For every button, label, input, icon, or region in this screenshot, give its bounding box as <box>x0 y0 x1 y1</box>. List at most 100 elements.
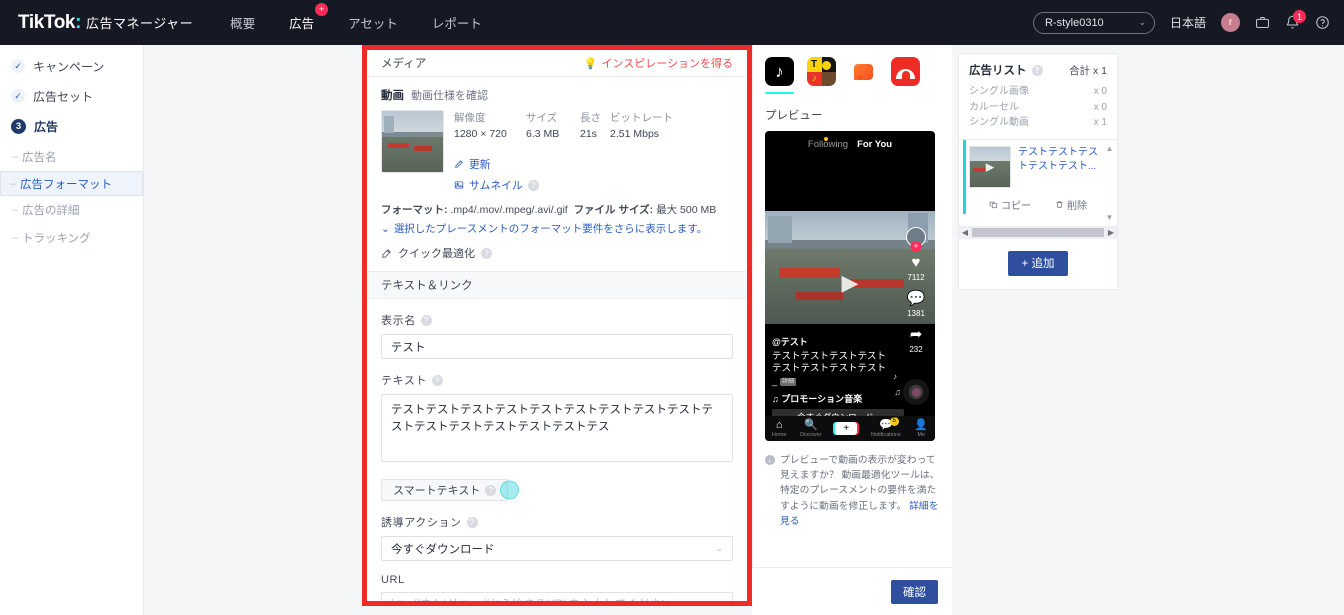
text-link-section-header: テキスト＆リンク <box>367 271 747 299</box>
inactive-app-underline <box>807 92 836 94</box>
phone-tabbar: ⌂ Home 🔍 Discover + 💬 5 Notifications 👤 M… <box>765 416 935 441</box>
cta-label: 誘導アクション ? <box>381 514 733 530</box>
url-input[interactable] <box>381 592 733 601</box>
scroll-right-arrow-icon[interactable]: ▶ <box>1105 228 1117 237</box>
sidebar-step-label: 広告 <box>34 119 59 134</box>
nav-item-overview[interactable]: 概要 <box>228 9 257 36</box>
caption-more-badge[interactable]: 詳細 <box>779 377 796 386</box>
tabbar-me[interactable]: 👤 Me <box>914 418 929 438</box>
nav-item-reports[interactable]: レポート <box>430 9 484 36</box>
tabbar-discover[interactable]: 🔍 Discover <box>800 419 821 438</box>
format-requirements-link[interactable]: ⌄ 選択したプレースメントのフォーマット要件をさらに表示します。 <box>381 221 733 236</box>
quick-optimize-label: クイック最適化 <box>398 248 475 260</box>
thumbnail-label: サムネイル <box>469 180 523 192</box>
delete-ad-button[interactable]: 削除 <box>1055 197 1087 212</box>
scroll-track[interactable] <box>972 228 1104 237</box>
comment-icon[interactable]: 💬 <box>907 291 926 307</box>
sidebar-step-adgroup[interactable]: ✓ 広告セット <box>0 81 143 111</box>
heart-icon[interactable]: ♥ <box>912 255 921 271</box>
sidebar-item-ad-details[interactable]: – 広告の詳細 <box>0 196 143 224</box>
share-icon[interactable]: ➦ <box>910 327 923 343</box>
video-spec-link[interactable]: 動画仕様を確認 <box>411 87 488 103</box>
help-icon[interactable] <box>1315 15 1330 30</box>
tabbar-notifications[interactable]: 💬 5 Notifications <box>871 416 901 438</box>
scroll-up-arrow-icon[interactable]: ▲ <box>1106 144 1114 153</box>
sidebar-item-ad-name[interactable]: – 広告名 <box>0 143 143 171</box>
nav-item-assets[interactable]: アセット <box>346 9 400 36</box>
buzzvideo-app-icon[interactable]: T ♪ <box>807 57 836 94</box>
help-icon[interactable]: ? <box>466 516 478 528</box>
confirm-button[interactable]: 確認 <box>891 579 938 604</box>
ad-text-textarea[interactable] <box>381 394 733 462</box>
inspiration-link[interactable]: 💡 インスピレーションを得る <box>584 55 733 71</box>
help-icon[interactable]: ? <box>432 374 444 386</box>
scroll-down-arrow-icon[interactable]: ▼ <box>1106 213 1114 222</box>
tabbar-home[interactable]: ⌂ Home <box>772 419 787 438</box>
inspiration-label: インスピレーションを得る <box>601 58 733 70</box>
ad-list-header: 広告リスト ? 合計 x 1 <box>959 54 1117 78</box>
ad-format-form-panel: メディア 💡 インスピレーションを得る 動画 動画仕様を確認 解像度 サイズ 長… <box>367 50 747 601</box>
briefcase-icon[interactable] <box>1255 15 1270 30</box>
dash-icon: – <box>12 204 19 216</box>
quick-optimize-button[interactable]: クイック最適化 ? <box>381 245 733 261</box>
sidebar-item-tracking[interactable]: – トラッキング <box>0 224 143 252</box>
placement-app-tabs: ♪ T ♪ <box>765 57 940 94</box>
comment-count: 1381 <box>907 309 925 318</box>
sidebar-item-label: 広告フォーマット <box>20 178 112 191</box>
music-note-decoration-icon-2: ♫ <box>894 387 901 397</box>
help-icon[interactable]: ? <box>485 484 497 496</box>
language-selector[interactable]: 日本語 <box>1170 14 1206 31</box>
tiktok-app-icon[interactable]: ♪ <box>765 57 794 94</box>
highlight-frame: メディア 💡 インスピレーションを得る 動画 動画仕様を確認 解像度 サイズ 長… <box>362 45 752 606</box>
main-nav: 概要 広告 + アセット レポート <box>228 3 484 36</box>
tiktok-glyph-icon: ♪ <box>765 57 794 86</box>
help-icon[interactable]: ? <box>1031 64 1043 76</box>
vertical-scrollbar[interactable]: ▲ ▼ <box>1104 144 1115 222</box>
tab-following[interactable]: Following <box>808 139 848 150</box>
add-ad-button[interactable]: + 追加 <box>1008 250 1068 276</box>
brand-logo[interactable]: TikTok: 広告マネージャー <box>18 12 193 34</box>
list-item[interactable]: ▶ テストテストテストテストテスト... <box>959 145 1117 188</box>
ad-item-thumbnail[interactable]: ▶ <box>969 145 1011 188</box>
copy-ad-button[interactable]: コピー <box>989 197 1031 212</box>
tab-for-you[interactable]: For You <box>857 139 892 150</box>
creator-avatar[interactable] <box>906 227 926 247</box>
media-body: 動画 動画仕様を確認 解像度 サイズ 長さ ビットレート 1280 × 720 … <box>367 77 747 261</box>
bell-icon[interactable]: 1 <box>1285 10 1306 30</box>
top-navigation-bar: TikTok: 広告マネージャー 概要 広告 + アセット レポート R-sty… <box>0 0 1344 45</box>
nav-item-ads[interactable]: 広告 + <box>287 3 329 36</box>
format-info-line: フォーマット: .mp4/.mov/.mpeg/.avi/.gif ファイル サ… <box>381 202 733 217</box>
sidebar-item-label: 広告名 <box>22 152 57 164</box>
play-button-icon[interactable]: ▶ <box>842 270 859 296</box>
sidebar-step-campaign[interactable]: ✓ キャンペーン <box>0 51 143 81</box>
account-selector[interactable]: R-style0310 ⌄ <box>1032 11 1155 34</box>
horizontal-scrollbar[interactable]: ◀ ▶ <box>959 225 1117 239</box>
pangle-app-icon[interactable] <box>891 57 920 94</box>
display-name-input[interactable] <box>381 334 733 359</box>
meta-header-bitrate: ビットレート <box>610 112 673 124</box>
sidebar-step-ad[interactable]: 3 広告 <box>0 111 143 141</box>
media-section-title: メディア <box>381 58 427 70</box>
lightbulb-icon: 💡 <box>583 57 598 70</box>
ad-list-total: 合計 x 1 <box>1069 64 1107 77</box>
copy-icon <box>989 201 998 208</box>
scroll-left-arrow-icon[interactable]: ◀ <box>959 228 971 237</box>
helo-app-icon[interactable] <box>849 57 878 94</box>
video-thumbnail[interactable] <box>381 110 444 173</box>
filesize-value: 最大 500 MB <box>656 204 717 216</box>
avatar[interactable]: r <box>1221 13 1240 32</box>
help-icon[interactable]: ? <box>420 314 432 326</box>
smart-text-button[interactable]: スマートテキスト ? <box>381 479 520 501</box>
sidebar-item-ad-format[interactable]: – 広告フォーマット <box>0 171 143 196</box>
cta-select[interactable]: 今すぐダウンロード ⌄ <box>381 536 733 561</box>
display-name-label: 表示名 ? <box>381 312 733 328</box>
tabbar-create[interactable]: + <box>833 422 860 435</box>
tiktok-dots-icon: : <box>75 11 82 33</box>
update-video-button[interactable]: 更新 <box>454 156 733 172</box>
help-icon[interactable]: ? <box>527 179 539 191</box>
help-icon[interactable]: ? <box>481 247 492 259</box>
profile-icon: 👤 <box>914 418 929 431</box>
ad-item-name[interactable]: テストテストテストテストテスト... <box>1018 146 1105 188</box>
tiktok-wordmark: TikTok: <box>18 11 82 33</box>
thumbnail-button[interactable]: サムネイル ? <box>454 177 733 193</box>
